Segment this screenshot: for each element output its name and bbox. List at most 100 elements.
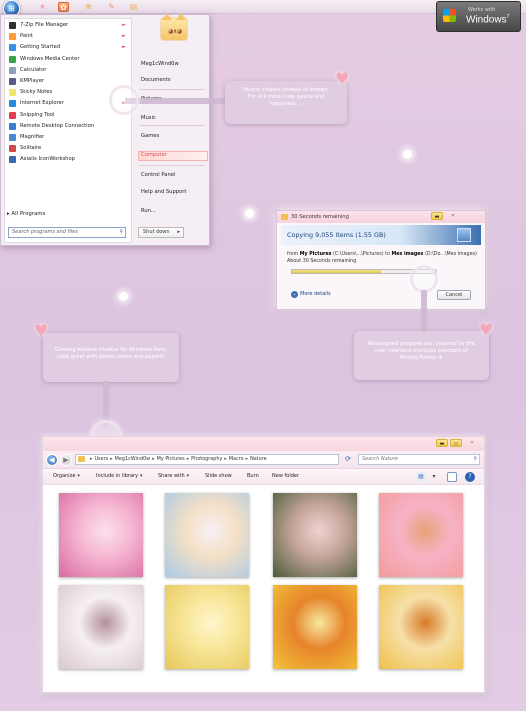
start-menu-places-pane: ◕ᴥ◕ Meg1cWind0wDocumentsPicturesMusicGam… (136, 13, 209, 243)
view-dropdown-icon[interactable]: ▾ (429, 472, 439, 482)
start-link-control-panel[interactable]: Control Panel (141, 172, 175, 178)
explorer-address-row: ◀ ▶ ▸ Users ▸ Meg1cWind0w ▸ My Pictures ▸ Photo… (43, 451, 484, 469)
jumplist-arrow-icon[interactable]: ► (122, 20, 126, 31)
address-bar[interactable]: ▸ Users ▸ Meg1cWind0w ▸ My Pictures ▸ Photograp… (75, 454, 339, 465)
start-program-item[interactable]: Calculator (6, 65, 130, 76)
toolbar-slide-show[interactable]: Slide show (205, 473, 232, 479)
photo-yellow-flower[interactable] (273, 585, 357, 669)
start-program-item[interactable]: KMPlayer (6, 76, 130, 87)
help-icon[interactable]: ? (465, 472, 475, 482)
chevron-down-icon: ▾ (140, 473, 143, 479)
callout-glowing-text: Glowing window shadow for Windows Aero. … (54, 347, 168, 360)
search-icon: ⚲ (119, 229, 123, 235)
toolbar-include-in-library[interactable]: Include in library ▾ (96, 473, 143, 479)
photo-dry-branches[interactable] (59, 585, 143, 669)
program-label: Solitaire (20, 145, 42, 152)
close-button[interactable]: ✕ (447, 212, 459, 220)
photo-pink-petal-drop[interactable] (379, 493, 463, 577)
breadcrumb-item[interactable]: Macro (229, 456, 244, 462)
program-label: KMPlayer (20, 78, 45, 84)
start-program-item[interactable]: Solitaire (6, 143, 130, 154)
program-label: Paint (20, 33, 33, 40)
photo-app-icon[interactable]: ✿ (58, 2, 69, 12)
photo-yellow-dewdrop[interactable] (165, 585, 249, 669)
program-icon (9, 78, 16, 85)
start-link-computer[interactable]: Computer (141, 152, 167, 158)
start-program-item[interactable]: Remote Desktop Connection (6, 121, 130, 132)
breadcrumb-separator-icon[interactable]: ▸ (152, 456, 154, 462)
minimize-button[interactable]: ▬ (436, 439, 448, 447)
star-icon[interactable]: ★ (37, 2, 48, 12)
toolbar-organize[interactable]: Organize ▾ (53, 473, 80, 479)
breadcrumb-separator-icon[interactable]: ▸ (187, 456, 189, 462)
jumplist-arrow-icon[interactable]: ► (122, 31, 126, 42)
forward-button[interactable]: ▶ (60, 454, 72, 466)
start-menu-programs-pane: 7-Zip File Manager ► Paint ► Getting Started… (4, 18, 132, 243)
breadcrumb-item[interactable]: Nature (250, 456, 267, 462)
photo-pink-flower[interactable] (59, 493, 143, 577)
windows7-compatibility-badge: Works with Windows7 (436, 1, 521, 32)
copy-eta: About 30 Seconds remaining (287, 259, 357, 264)
heart-icon: ♥ (335, 69, 350, 88)
breadcrumb-item[interactable]: My Pictures (157, 456, 185, 462)
start-program-item[interactable]: Paint ► (6, 31, 130, 42)
breadcrumb-separator-icon[interactable]: ▸ (246, 456, 248, 462)
breadcrumb-separator-icon[interactable]: ▸ (110, 456, 112, 462)
start-program-item[interactable]: Windows Media Center (6, 54, 130, 65)
refresh-icon[interactable]: ⟳ (342, 454, 354, 465)
photo-pale-blossom[interactable] (165, 493, 249, 577)
program-label: Windows Media Center (20, 55, 80, 62)
start-program-item[interactable]: Axialis IconWorkshop (6, 154, 130, 165)
program-icon (9, 22, 16, 29)
photo-orange-petals[interactable] (379, 585, 463, 669)
start-search-input[interactable]: Search programs and files ⚲ (8, 227, 126, 238)
shutdown-button[interactable]: Shut down ▸ (138, 227, 184, 238)
windows-logo-icon: ⊞ (8, 4, 15, 13)
chevron-down-icon: ▾ (77, 473, 80, 479)
start-program-item[interactable]: Magnifier (6, 132, 130, 143)
copy-details: from My Pictures (C:\Users\...\Pictures)… (287, 252, 477, 264)
flower-icon[interactable]: ❀ (83, 2, 94, 12)
breadcrumb-item[interactable]: Users (94, 456, 108, 462)
jumplist-arrow-icon[interactable]: ► (122, 42, 126, 53)
cancel-button[interactable]: Cancel (437, 290, 471, 300)
toolbar-burn[interactable]: Burn (247, 473, 259, 479)
toolbar-share-with[interactable]: Share with ▾ (158, 473, 189, 479)
more-details-toggle[interactable]: ⌄ More details (291, 291, 331, 298)
toolbar-label: Include in library (96, 473, 139, 479)
toolbar-label: New folder (272, 473, 300, 479)
start-program-item[interactable]: Getting Started ► (6, 42, 130, 53)
view-options-icon[interactable]: ▤ (416, 472, 426, 482)
start-program-item[interactable]: 7-Zip File Manager ► (6, 20, 130, 31)
toolbar-new-folder[interactable]: New folder (272, 473, 299, 479)
start-link-meg1cwind0w[interactable]: Meg1cWind0w (141, 61, 179, 67)
breadcrumb-item[interactable]: Photography (191, 456, 222, 462)
back-button[interactable]: ◀ (46, 454, 58, 466)
start-link-games[interactable]: Games (141, 133, 159, 139)
user-avatar[interactable]: ◕ᴥ◕ (160, 13, 188, 41)
breadcrumb-item[interactable]: Meg1cWind0w (115, 456, 151, 462)
shutdown-options-arrow-icon[interactable]: ▸ (177, 228, 180, 237)
heart-icon: ♥ (479, 320, 494, 339)
start-link-help-and-support[interactable]: Help and Support (141, 189, 186, 195)
document-icon[interactable]: ▤ (128, 2, 139, 12)
photo-ladybug-leaves[interactable] (273, 493, 357, 577)
copy-dialog-title: 30 Seconds remaining (291, 214, 349, 220)
all-programs-link[interactable]: ▸ All Programs (7, 211, 45, 217)
start-link-run[interactable]: Run... (141, 208, 156, 214)
minimize-button[interactable]: ▬ (431, 212, 443, 220)
toolbar-label: Burn (247, 473, 259, 479)
preview-pane-icon[interactable] (447, 472, 457, 482)
folder-icon (281, 214, 288, 220)
explorer-search-input[interactable]: Search Nature ⚲ (358, 454, 480, 465)
breadcrumb-separator-icon[interactable]: ▸ (90, 456, 92, 462)
close-button[interactable]: ✕ (466, 439, 478, 447)
breadcrumb-separator-icon[interactable]: ▸ (224, 456, 226, 462)
copy-progress-dialog: 30 Seconds remaining ▬ ✕ Copying 9,055 i… (276, 210, 486, 310)
start-link-documents[interactable]: Documents (141, 77, 171, 83)
folder-icon (78, 456, 85, 462)
start-program-item[interactable]: Snipping Tool (6, 110, 130, 121)
start-link-music[interactable]: Music (141, 115, 156, 121)
maximize-button[interactable]: ▭ (450, 439, 462, 447)
pencil-icon[interactable]: ✎ (106, 2, 117, 12)
